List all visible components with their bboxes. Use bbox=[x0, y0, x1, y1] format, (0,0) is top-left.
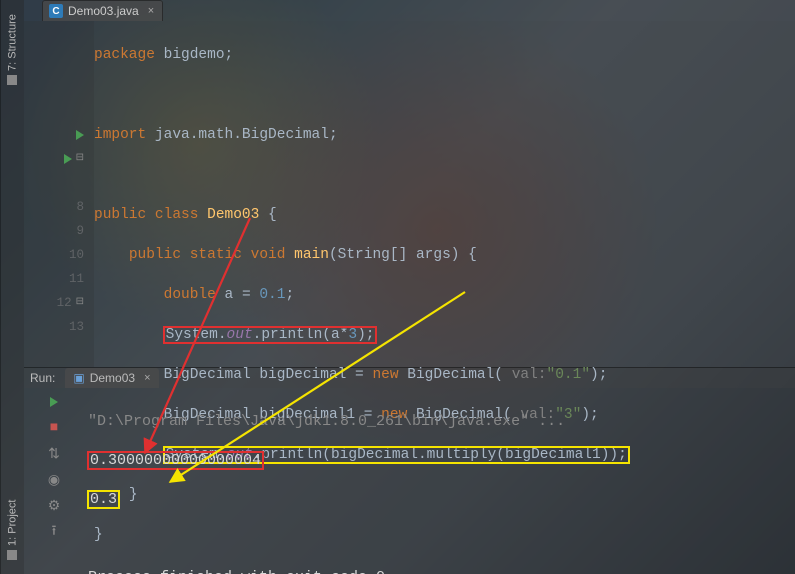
code-token: { bbox=[259, 207, 276, 223]
left-tool-rail: 1: Project 7: Structure bbox=[0, 0, 24, 574]
code-token: System. bbox=[166, 327, 227, 343]
code-token: import bbox=[94, 127, 146, 143]
line-number: 11 bbox=[69, 267, 84, 291]
rail-project-tab[interactable]: 1: Project bbox=[7, 494, 19, 566]
run-toolwindow: ■ ⇅ ◉ ⚙ ⭱ "D:\Program Files\Java\jdk1.8.… bbox=[24, 388, 795, 574]
play-icon bbox=[50, 397, 58, 407]
run-label: Run: bbox=[30, 371, 55, 385]
code-token: public class bbox=[94, 207, 207, 223]
code-token: BigDecimal bigDecimal = bbox=[164, 367, 373, 383]
fold-icon[interactable]: ⊟ bbox=[76, 147, 84, 171]
code-token: "0.1" bbox=[547, 367, 591, 383]
code-token: a = bbox=[216, 287, 260, 303]
stop-button[interactable]: ■ bbox=[46, 420, 62, 436]
tab-filename: Demo03.java bbox=[68, 4, 139, 18]
code-token: package bbox=[94, 47, 155, 63]
close-icon[interactable]: × bbox=[148, 5, 154, 17]
output-exit: Process finished with exit code 0 bbox=[88, 567, 791, 574]
line-number: 12 bbox=[57, 291, 72, 315]
code-area[interactable]: package bigdemo; import java.math.BigDec… bbox=[94, 21, 795, 367]
console-output[interactable]: "D:\Program Files\Java\jdk1.8.0_261\bin\… bbox=[84, 388, 795, 574]
line-gutter: ⊟ 8 9 10 11 12⊟ 13 bbox=[24, 21, 94, 367]
code-editor[interactable]: ⊟ 8 9 10 11 12⊟ 13 package bigdemo; impo… bbox=[24, 21, 795, 367]
code-token: .println(a* bbox=[253, 327, 349, 343]
code-token: ; bbox=[285, 287, 294, 303]
run-gutter-icon[interactable] bbox=[64, 154, 72, 164]
code-token: double bbox=[164, 287, 216, 303]
code-token: public static void bbox=[129, 247, 294, 263]
editor-tab-demo03[interactable]: C Demo03.java × bbox=[42, 0, 163, 21]
code-token: 0.1 bbox=[259, 287, 285, 303]
export-icon[interactable]: ⭱ bbox=[46, 524, 62, 540]
code-token: (String[] args) { bbox=[329, 247, 477, 263]
code-token: Demo03 bbox=[207, 207, 259, 223]
code-token: new bbox=[372, 367, 398, 383]
project-icon bbox=[8, 550, 18, 560]
run-toolbar: ■ ⇅ ◉ ⚙ ⭱ bbox=[24, 388, 84, 574]
output-command: "D:\Program Files\Java\jdk1.8.0_261\bin\… bbox=[88, 411, 791, 433]
line-number: 9 bbox=[76, 219, 84, 243]
code-token: 3 bbox=[348, 327, 357, 343]
settings-icon[interactable]: ⚙ bbox=[46, 498, 62, 514]
fold-icon[interactable]: ⊟ bbox=[76, 291, 84, 315]
highlight-red-output: 0.30000000000000004 bbox=[88, 452, 263, 469]
code-token: ); bbox=[590, 367, 607, 383]
line-number: 13 bbox=[69, 315, 84, 339]
code-token: bigdemo; bbox=[155, 47, 233, 63]
rail-structure-tab[interactable]: 7: Structure bbox=[7, 8, 19, 91]
code-token: ); bbox=[357, 327, 374, 343]
rail-project-label: 1: Project bbox=[7, 500, 19, 546]
code-token: java.math.BigDecimal; bbox=[146, 127, 337, 143]
run-config-icon: ▣ bbox=[73, 371, 84, 385]
rerun-button[interactable] bbox=[46, 394, 62, 410]
camera-icon[interactable]: ◉ bbox=[46, 472, 62, 488]
code-token: main bbox=[294, 247, 329, 263]
code-token: val: bbox=[512, 367, 547, 383]
editor-tabbar: C Demo03.java × bbox=[24, 0, 795, 21]
code-token: out bbox=[227, 327, 253, 343]
highlight-red-code: System.out.println(a*3); bbox=[164, 327, 377, 343]
line-number: 10 bbox=[69, 243, 84, 267]
highlight-yellow-output: 0.3 bbox=[88, 491, 119, 508]
line-number: 8 bbox=[76, 195, 84, 219]
java-class-icon: C bbox=[49, 4, 63, 18]
toggle-button[interactable]: ⇅ bbox=[46, 446, 62, 462]
run-gutter-icon[interactable] bbox=[76, 130, 84, 140]
rail-structure-label: 7: Structure bbox=[7, 14, 19, 71]
structure-icon bbox=[8, 75, 18, 85]
code-token: BigDecimal( bbox=[399, 367, 512, 383]
